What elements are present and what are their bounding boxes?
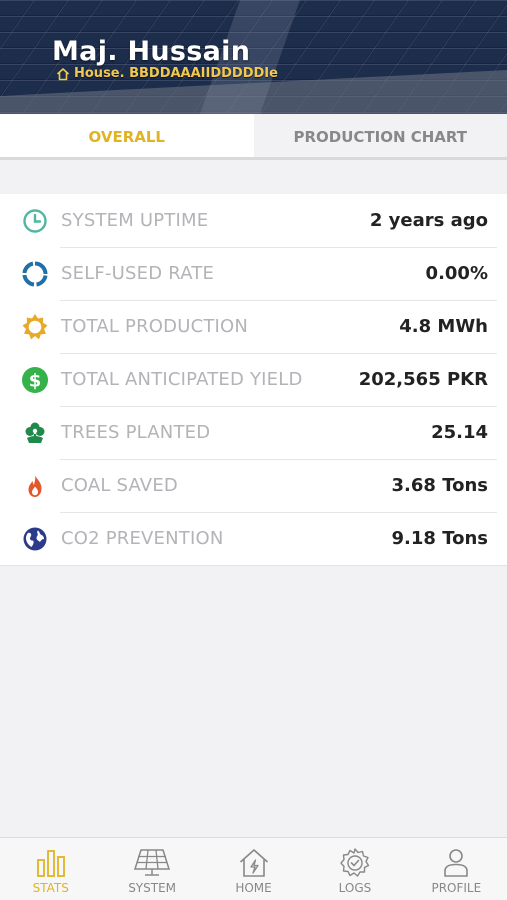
person-icon — [444, 849, 469, 877]
stat-row-system-uptime: SYSTEM UPTIME 2 years ago — [0, 194, 507, 247]
stat-row-coal-saved: COAL SAVED 3.68 Tons — [0, 459, 507, 512]
stat-value: 25.14 — [431, 422, 488, 443]
tree-icon — [21, 419, 49, 447]
nav-label: STATS — [32, 881, 69, 895]
nav-label: SYSTEM — [128, 881, 177, 895]
stat-row-co2-prevention: CO2 PREVENTION 9.18 Tons — [0, 512, 507, 565]
address-text: House. BBDDAAAIIDDDDDIe — [74, 66, 278, 81]
clock-icon — [21, 207, 49, 235]
nav-system[interactable]: SYSTEM — [101, 838, 202, 900]
globe-icon — [21, 525, 49, 553]
solar-panel-icon — [134, 849, 171, 876]
home-small-icon — [56, 67, 70, 80]
profile-header: Maj. Hussain House. BBDDAAAIIDDDDDIe — [0, 0, 507, 114]
stat-row-total-anticipated-yield: $ TOTAL ANTICIPATED YIELD 202,565 PKR — [0, 353, 507, 406]
sun-icon — [21, 313, 49, 341]
tab-overall[interactable]: OVERALL — [0, 114, 254, 160]
nav-home[interactable]: HOME — [203, 838, 304, 900]
nav-stats[interactable]: STATS — [0, 838, 101, 900]
nav-label: HOME — [235, 881, 272, 895]
stat-label: TOTAL ANTICIPATED YIELD — [61, 369, 303, 390]
address-row: House. BBDDAAAIIDDDDDIe — [56, 66, 278, 81]
flame-icon — [21, 472, 49, 500]
user-name: Maj. Hussain — [52, 36, 251, 67]
stat-row-total-production: TOTAL PRODUCTION 4.8 MWh — [0, 300, 507, 353]
stat-value: 0.00% — [425, 263, 488, 284]
stat-label: COAL SAVED — [61, 475, 178, 496]
stat-label: TOTAL PRODUCTION — [61, 316, 249, 337]
stat-value: 2 years ago — [369, 210, 488, 231]
nav-profile[interactable]: PROFILE — [406, 838, 507, 900]
gear-check-icon — [340, 848, 370, 877]
bar-chart-icon — [36, 850, 65, 877]
ring-icon — [21, 260, 49, 288]
stat-row-self-used-rate: SELF-USED RATE 0.00% — [0, 247, 507, 300]
stat-value: 202,565 PKR — [358, 369, 488, 390]
stat-label: SELF-USED RATE — [61, 263, 215, 284]
tab-bar: OVERALL PRODUCTION CHART — [0, 114, 507, 160]
stat-value: 3.68 Tons — [391, 475, 488, 496]
stats-list: SYSTEM UPTIME 2 years ago SELF-USED RATE… — [0, 194, 507, 566]
stat-value: 9.18 Tons — [391, 528, 488, 549]
stat-row-trees-planted: TREES PLANTED 25.14 — [0, 406, 507, 459]
nav-label: LOGS — [338, 881, 372, 895]
dollar-icon: $ — [21, 366, 49, 394]
nav-label: PROFILE — [431, 881, 482, 895]
bottom-nav: STATS SYSTEM HOME LOGS PROFILE — [0, 837, 507, 900]
svg-text:$: $ — [29, 370, 42, 391]
stat-label: CO2 PREVENTION — [61, 528, 224, 549]
tab-production-chart[interactable]: PRODUCTION CHART — [253, 114, 507, 160]
stat-value: 4.8 MWh — [399, 316, 488, 337]
stat-label: TREES PLANTED — [61, 422, 211, 443]
home-icon — [239, 849, 268, 877]
nav-logs[interactable]: LOGS — [304, 838, 405, 900]
stat-label: SYSTEM UPTIME — [61, 210, 209, 231]
